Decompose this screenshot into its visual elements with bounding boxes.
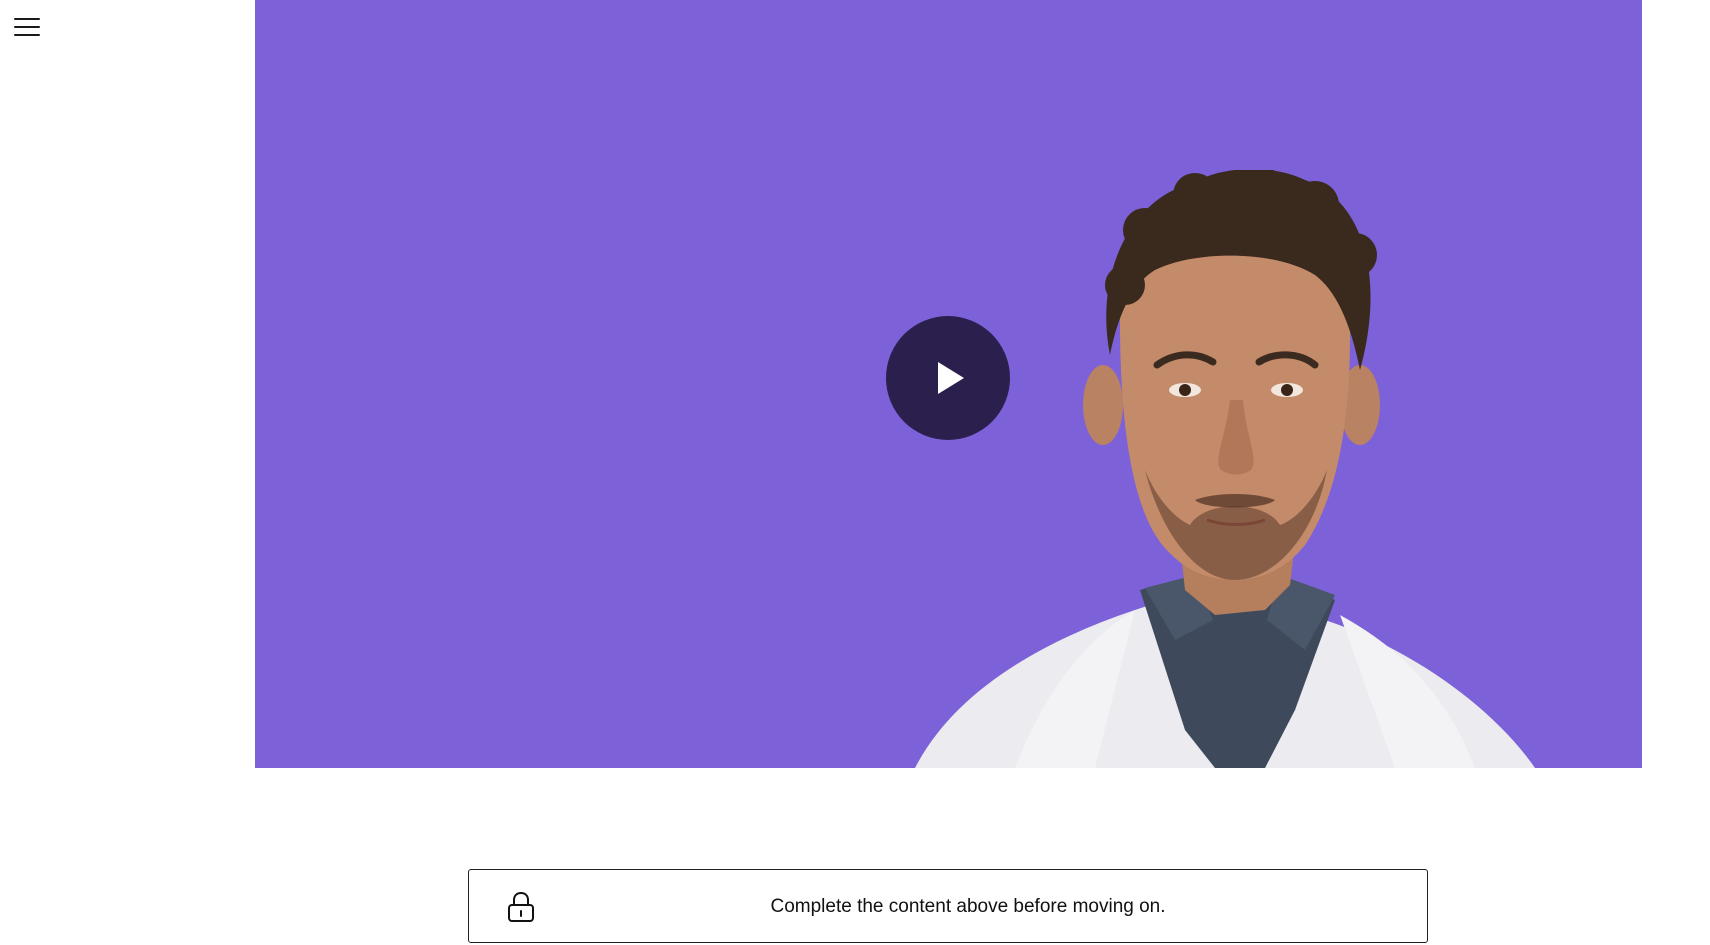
play-button[interactable] [886,316,1010,440]
hamburger-line [14,34,40,37]
presenter-image [915,170,1535,768]
video-player[interactable] [255,0,1642,768]
play-icon [938,362,964,394]
continue-locked-notice: Complete the content above before moving… [468,869,1428,943]
lesson-page: Complete the content above before moving… [0,0,1710,945]
locked-notice-text: Complete the content above before moving… [770,896,1166,917]
hamburger-line [14,18,40,21]
hamburger-menu-button[interactable] [12,14,42,40]
hamburger-line [14,26,40,29]
